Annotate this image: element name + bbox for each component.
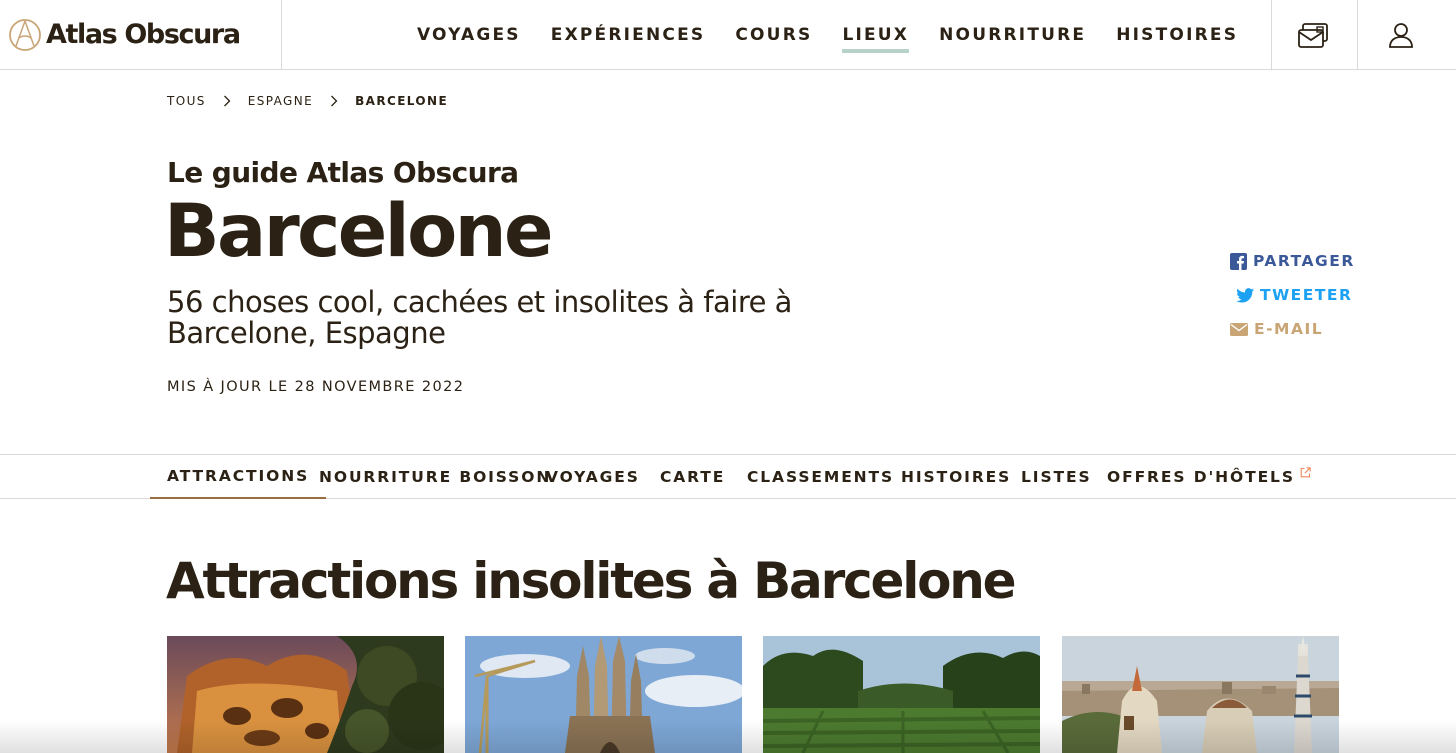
share-links: PARTAGER TWEETER E-MAIL bbox=[1230, 244, 1355, 346]
nav-item-cours[interactable]: COURS bbox=[735, 25, 812, 45]
casa-batllo-photo bbox=[167, 636, 444, 753]
tab-label: CLASSEMENTS bbox=[747, 468, 895, 486]
share-email-link[interactable]: E-MAIL bbox=[1230, 312, 1355, 346]
tab-listes[interactable]: LISTES bbox=[1021, 455, 1092, 499]
mail-icon bbox=[1297, 22, 1328, 48]
mail-button[interactable] bbox=[1271, 0, 1357, 69]
page-subtitle: 56 choses cool, cachées et insolites à f… bbox=[167, 285, 792, 350]
tab-offres-hotels[interactable]: OFFRES D'HÔTELS bbox=[1107, 455, 1311, 499]
user-icon bbox=[1388, 22, 1413, 48]
attraction-card-image[interactable] bbox=[763, 636, 1040, 753]
tab-classements[interactable]: CLASSEMENTS bbox=[747, 455, 894, 499]
chevron-right-icon bbox=[331, 95, 338, 107]
chevron-right-icon bbox=[223, 95, 231, 107]
account-button[interactable] bbox=[1357, 0, 1443, 69]
brand-name: Atlas Obscura bbox=[46, 19, 241, 50]
tab-carte[interactable]: CARTE bbox=[660, 455, 725, 499]
facebook-icon bbox=[1230, 252, 1247, 270]
tab-nourriture-boisson[interactable]: NOURRITURE BOISSON bbox=[319, 455, 551, 499]
twitter-icon bbox=[1236, 287, 1254, 303]
breadcrumb-item-tous[interactable]: TOUS bbox=[167, 94, 206, 108]
tab-label: OFFRES D'HÔTELS bbox=[1107, 468, 1295, 486]
share-email-label: E-MAIL bbox=[1254, 320, 1324, 338]
breadcrumb: TOUS ESPAGNE BARCELONE bbox=[167, 94, 448, 108]
labyrinth-park-photo bbox=[763, 636, 1040, 753]
tab-voyages[interactable]: VOYAGES bbox=[546, 455, 640, 499]
attraction-card-image[interactable] bbox=[1062, 636, 1339, 753]
breadcrumb-item-espagne[interactable]: ESPAGNE bbox=[248, 94, 313, 108]
share-twitter-link[interactable]: TWEETER bbox=[1230, 278, 1355, 312]
tab-attractions[interactable]: ATTRACTIONS bbox=[150, 455, 327, 499]
park-guell-photo bbox=[1062, 636, 1339, 753]
breadcrumb-item-barcelone: BARCELONE bbox=[355, 94, 449, 108]
tab-histoires[interactable]: HISTOIRES bbox=[901, 455, 1011, 499]
section-title: Attractions insolites à Barcelone bbox=[166, 552, 1017, 610]
nav-item-nourriture[interactable]: NOURRITURE bbox=[939, 25, 1086, 45]
top-navigation-bar: Atlas Obscura VOYAGES EXPÉRIENCES COURS … bbox=[0, 0, 1456, 70]
attraction-card-image[interactable] bbox=[167, 636, 444, 753]
nav-item-experiences[interactable]: EXPÉRIENCES bbox=[551, 25, 706, 45]
compass-logo-icon bbox=[9, 18, 41, 51]
updated-date: MIS À JOUR LE 28 NOVEMBRE 2022 bbox=[167, 379, 465, 395]
nav-item-lieux[interactable]: LIEUX bbox=[842, 25, 909, 53]
guide-kicker: Le guide Atlas Obscura bbox=[167, 156, 519, 189]
page-title: Barcelone bbox=[164, 189, 554, 274]
share-facebook-label: PARTAGER bbox=[1253, 252, 1355, 270]
tab-label: LISTES bbox=[1021, 468, 1092, 486]
tab-label: NOURRITURE BOISSON bbox=[319, 468, 552, 486]
external-link-icon bbox=[1300, 466, 1311, 477]
tab-label: CARTE bbox=[660, 468, 726, 486]
tab-label: ATTRACTIONS bbox=[167, 467, 310, 485]
logo-link[interactable]: Atlas Obscura bbox=[0, 0, 282, 69]
tab-label: VOYAGES bbox=[546, 468, 640, 486]
nav-item-voyages[interactable]: VOYAGES bbox=[417, 25, 521, 45]
main-nav: VOYAGES EXPÉRIENCES COURS LIEUX NOURRITU… bbox=[402, 0, 1253, 69]
section-tabs: ATTRACTIONS NOURRITURE BOISSON VOYAGES C… bbox=[0, 454, 1456, 499]
tab-label: HISTOIRES bbox=[901, 468, 1012, 486]
nav-item-histoires[interactable]: HISTOIRES bbox=[1116, 25, 1238, 45]
share-facebook-link[interactable]: PARTAGER bbox=[1230, 244, 1355, 278]
envelope-icon bbox=[1230, 322, 1248, 336]
attraction-card-image[interactable] bbox=[465, 636, 742, 753]
share-twitter-label: TWEETER bbox=[1260, 286, 1353, 304]
sagrada-familia-photo bbox=[465, 636, 742, 753]
